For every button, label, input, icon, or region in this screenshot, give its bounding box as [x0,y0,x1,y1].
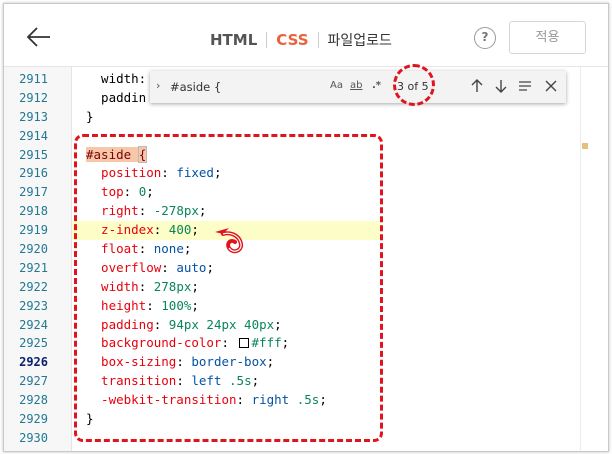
find-widget: › Aa ab .* 3 of 5 [150,71,566,103]
regex-toggle[interactable]: .* [372,80,381,91]
top-bar: HTML CSS 파일업로드 ? 적용 [4,4,608,67]
code-fragment: paddin [86,89,147,105]
apply-button[interactable]: 적용 [509,21,586,54]
line-number: 2920 [19,242,48,257]
code-text: } [86,108,94,127]
back-arrow-icon[interactable] [26,24,52,50]
overview-ruler[interactable] [580,67,594,451]
line-number: 2929 [19,412,48,427]
code-text: paddin [86,89,146,108]
line-number: 2921 [19,260,48,275]
line-number: 2912 [19,90,48,105]
tab-divider [266,32,268,48]
close-icon[interactable] [542,77,560,95]
app-window: HTML CSS 파일업로드 ? 적용 2911 width: 2912 padd… [3,3,609,452]
next-match-icon[interactable] [492,77,510,95]
help-button[interactable]: ? [474,27,496,49]
tab-html[interactable]: HTML [210,31,257,49]
line-number: 2928 [19,393,48,408]
line-number: 2924 [19,317,48,332]
line-number: 2922 [19,279,48,294]
annotation-pointer-icon [215,228,244,254]
line-number: 2914 [19,128,48,143]
line-number: 2926 [19,355,48,370]
find-input[interactable] [170,76,380,98]
line-number: 2915 [19,147,48,162]
line-number: 2919 [19,223,48,238]
line-number: 2917 [19,185,48,200]
line-number: 2918 [19,204,48,219]
find-in-selection-icon[interactable] [516,77,534,95]
code-line[interactable]: 2913} [4,108,608,127]
line-number: 2911 [19,72,48,86]
tab-file-upload[interactable]: 파일업로드 [328,30,392,50]
line-number: 2916 [19,166,48,181]
editor-tabs: HTML CSS 파일업로드 [210,28,392,52]
code-text: width: [86,70,146,89]
line-number: 2913 [19,109,48,124]
line-number: 2925 [19,336,48,351]
whole-word-toggle[interactable]: ab [350,80,362,91]
annotation-count-circle [393,64,435,106]
previous-match-icon[interactable] [468,77,486,95]
code-fragment: } [86,108,94,124]
toggle-replace-icon[interactable]: › [156,79,160,92]
line-number: 2930 [19,430,48,445]
code-fragment: width: [86,71,147,86]
line-number: 2923 [19,298,48,313]
line-number: 2927 [19,374,48,389]
match-case-toggle[interactable]: Aa [330,80,343,91]
tab-divider [317,32,319,48]
annotation-highlight-box [74,134,383,442]
find-match-marker [582,143,588,149]
tab-css[interactable]: CSS [276,31,308,49]
